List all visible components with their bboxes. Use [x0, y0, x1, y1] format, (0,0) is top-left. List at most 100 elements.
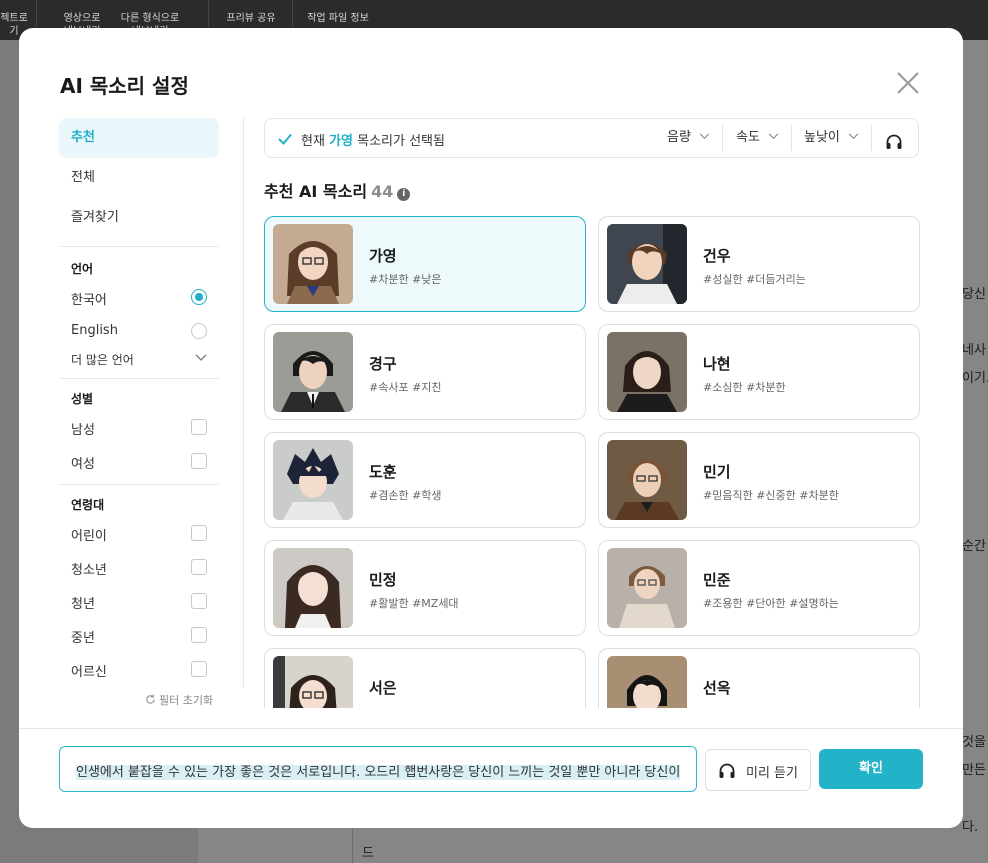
checkbox[interactable]: [191, 453, 207, 469]
voice-avatar: [607, 440, 687, 520]
age-option-young-adult[interactable]: 청년: [71, 591, 207, 612]
voice-name: 나현: [703, 355, 731, 373]
checkbox[interactable]: [191, 419, 207, 435]
voice-card[interactable]: 민준 #조용한 #단아한 #설명하는: [598, 540, 920, 636]
age-option-child[interactable]: 어린이: [71, 523, 207, 544]
recommended-voices-heading: 추천 AI 목소리 44 i: [264, 178, 411, 202]
voice-card[interactable]: 경구 #속사포 #지친: [264, 324, 586, 420]
nav-item-all[interactable]: 전체: [59, 158, 219, 198]
dialog-footer: 인생에서 붙잡을 수 있는 가장 좋은 것은 서로입니다. 오드리 햅번사랑은 …: [19, 728, 963, 828]
background-text: 당신: [962, 287, 986, 302]
reset-icon: [146, 694, 155, 704]
age-option-middle-aged[interactable]: 중년: [71, 625, 207, 646]
speed-label: 속도: [736, 130, 760, 145]
checkbox[interactable]: [191, 593, 207, 609]
check-icon: [278, 133, 292, 145]
pitch-dropdown[interactable]: 높낮이: [804, 119, 866, 157]
voice-tags: #차분한 #낮은: [369, 273, 442, 286]
age-option-teen[interactable]: 청소년: [71, 557, 207, 578]
sample-text-input[interactable]: 인생에서 붙잡을 수 있는 가장 좋은 것은 서로입니다. 오드리 햅번사랑은 …: [59, 746, 697, 792]
confirm-button[interactable]: 확인: [819, 749, 923, 789]
speed-dropdown[interactable]: 속도: [736, 119, 786, 157]
checkbox[interactable]: [191, 627, 207, 643]
voice-card[interactable]: 건우 #성실한 #더듬거리는: [598, 216, 920, 312]
voice-avatar: [273, 224, 353, 304]
voice-avatar: [607, 656, 687, 708]
voice-name: 가영: [369, 247, 397, 265]
voice-avatar: [273, 548, 353, 628]
voice-avatar: [607, 332, 687, 412]
listen-button[interactable]: [885, 129, 907, 149]
age-option-senior[interactable]: 어르신: [71, 659, 207, 680]
background-text: 다.: [962, 820, 979, 835]
voice-avatar: [273, 656, 353, 708]
chevron-down-icon: [848, 133, 859, 140]
volume-dropdown[interactable]: 음량: [667, 119, 715, 157]
voice-name: 민정: [369, 571, 397, 589]
voice-card[interactable]: 나현 #소심한 #차분한: [598, 324, 920, 420]
voice-name: 민기: [703, 463, 731, 481]
radio-button[interactable]: [191, 323, 207, 339]
sidebar-divider: [243, 118, 244, 688]
voice-category-nav: 추천 전체 즐겨찾기: [59, 118, 219, 238]
ai-voice-settings-dialog: AI 목소리 설정 추천 전체 즐겨찾기 언어 한국어 English 더 많은…: [19, 28, 963, 828]
voice-name: 서은: [369, 679, 397, 697]
divider: [59, 484, 219, 485]
preview-button[interactable]: 미리 듣기: [705, 749, 811, 791]
status-voice-name: 가영: [329, 134, 353, 149]
language-heading: 언어: [71, 262, 94, 276]
more-languages-dropdown[interactable]: 더 많은 언어: [71, 351, 207, 368]
voice-card[interactable]: 도훈 #겸손한 #학생: [264, 432, 586, 528]
voice-tags: #속사포 #지친: [369, 381, 442, 394]
background-text: 순간: [962, 539, 986, 554]
reset-filter-button[interactable]: 필터 초기화: [145, 692, 213, 708]
voice-card[interactable]: 선옥: [598, 648, 920, 708]
info-icon[interactable]: i: [397, 188, 411, 201]
option-label: 남성: [71, 423, 95, 438]
voice-name: 경구: [369, 355, 397, 373]
option-label: 여성: [71, 457, 95, 472]
option-label: 어르신: [71, 665, 107, 680]
voice-grid: 가영 #차분한 #낮은 건우 #성실한 #더듬거리는 경구 #속사포 #지친 나…: [264, 216, 924, 708]
selected-voice-status: 현재 가영 목소리가 선택됨: [301, 130, 445, 149]
background-text: 이기.: [962, 371, 988, 386]
background-text: 것을: [962, 735, 986, 750]
close-icon: [897, 72, 919, 94]
radio-button[interactable]: [191, 289, 207, 305]
voice-card[interactable]: 가영 #차분한 #낮은: [264, 216, 586, 312]
more-languages-label: 더 많은 언어: [71, 353, 134, 367]
gender-option-female[interactable]: 여성: [71, 451, 207, 472]
sample-text-value: 인생에서 붙잡을 수 있는 가장 좋은 것은 서로입니다. 오드리 햅번사랑은 …: [76, 761, 681, 780]
gender-option-male[interactable]: 남성: [71, 417, 207, 438]
status-prefix: 현재: [301, 134, 325, 149]
control-divider: [871, 125, 872, 151]
option-label: 중년: [71, 631, 95, 646]
divider: [59, 246, 219, 247]
voice-card[interactable]: 민기 #믿음직한 #신중한 #차분한: [598, 432, 920, 528]
option-label: English: [71, 323, 118, 338]
section-title-text: 추천 AI 목소리: [264, 182, 368, 201]
voice-avatar: [607, 548, 687, 628]
background-text: 네사: [962, 343, 986, 358]
voice-count: 44: [371, 182, 394, 201]
voice-tags: #믿음직한 #신중한 #차분한: [703, 489, 839, 502]
voice-card[interactable]: 민정 #활발한 #MZ세대: [264, 540, 586, 636]
language-option-korean[interactable]: 한국어: [71, 287, 207, 308]
age-heading: 연령대: [71, 498, 105, 512]
control-divider: [722, 125, 723, 151]
close-button[interactable]: [895, 70, 921, 96]
volume-label: 음량: [667, 130, 691, 145]
checkbox[interactable]: [191, 661, 207, 677]
headphones-icon: [719, 763, 735, 778]
checkbox[interactable]: [191, 559, 207, 575]
checkbox[interactable]: [191, 525, 207, 541]
nav-item-favorites[interactable]: 즐겨찾기: [59, 198, 219, 238]
nav-item-recommended[interactable]: 추천: [59, 118, 219, 158]
chevron-down-icon: [699, 133, 710, 140]
language-option-english[interactable]: English: [71, 321, 207, 341]
option-label: 어린이: [71, 529, 107, 544]
voice-avatar: [607, 224, 687, 304]
voice-avatar: [273, 440, 353, 520]
voice-card[interactable]: 서은: [264, 648, 586, 708]
selected-voice-bar: 현재 가영 목소리가 선택됨 음량 속도 높낮이: [264, 118, 919, 158]
